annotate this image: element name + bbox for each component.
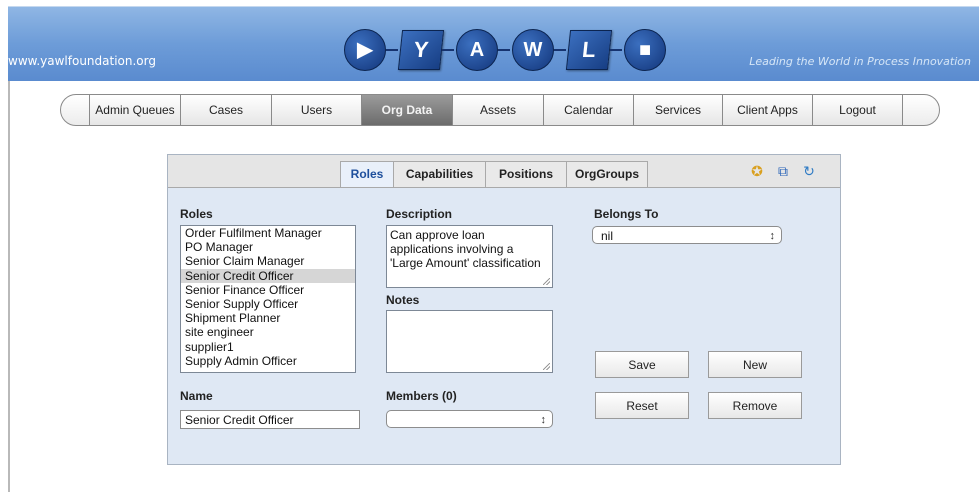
updown-arrow-icon: ↕ — [540, 414, 547, 426]
updown-arrow-icon: ↕ — [769, 230, 776, 242]
tab-positions[interactable]: Positions — [485, 161, 567, 187]
reset-button[interactable]: Reset — [595, 392, 689, 419]
nav-users[interactable]: Users — [271, 95, 361, 125]
description-label: Description — [386, 207, 453, 221]
name-input[interactable]: Senior Credit Officer — [180, 410, 360, 429]
belongs-to-value: nil — [601, 229, 614, 243]
tab-orggroups[interactable]: OrgGroups — [566, 161, 648, 187]
list-item[interactable]: Senior Finance Officer — [181, 283, 355, 297]
belongs-to-label: Belongs To — [594, 207, 659, 221]
belongs-to-select[interactable]: nil ↕ — [592, 226, 782, 244]
main-nav: Admin Queues Cases Users Org Data Assets… — [60, 94, 940, 126]
tab-capabilities[interactable]: Capabilities — [393, 161, 486, 187]
header-banner: www.yawlfoundation.org ▶ Y A W L ■ Leadi… — [8, 6, 979, 81]
remove-button[interactable]: Remove — [708, 392, 802, 419]
copy-icon[interactable]: ⧉ — [774, 163, 792, 179]
nav-cases[interactable]: Cases — [180, 95, 271, 125]
notes-label: Notes — [386, 293, 420, 307]
org-data-panel: Roles Capabilities Positions OrgGroups ✪… — [167, 154, 841, 465]
list-item[interactable]: Senior Supply Officer — [181, 297, 355, 311]
description-textarea[interactable]: Can approve loan applications involving … — [386, 225, 553, 288]
resize-grip[interactable] — [543, 363, 550, 370]
notes-textarea[interactable] — [386, 310, 553, 373]
roles-label: Roles — [180, 207, 213, 221]
list-item-selected[interactable]: Senior Credit Officer — [181, 268, 355, 283]
members-select[interactable]: ↕ — [386, 410, 553, 428]
tagline: Leading the World in Process Innovation — [749, 55, 971, 68]
logo-connector — [386, 49, 398, 51]
list-item[interactable]: PO Manager — [181, 240, 355, 254]
members-label: Members (0) — [386, 389, 457, 403]
resize-grip[interactable] — [543, 278, 550, 285]
new-button[interactable]: New — [708, 351, 802, 378]
nav-logout[interactable]: Logout — [812, 95, 902, 125]
list-item[interactable]: Shipment Planner — [181, 311, 355, 325]
panel-tab-bar: Roles Capabilities Positions OrgGroups ✪… — [168, 155, 840, 188]
list-item[interactable]: Senior Claim Manager — [181, 254, 355, 268]
nav-org-data[interactable]: Org Data — [361, 95, 452, 125]
nav-calendar[interactable]: Calendar — [543, 95, 633, 125]
logo-connector — [442, 49, 454, 51]
nav-client-apps[interactable]: Client Apps — [722, 95, 812, 125]
save-button[interactable]: Save — [595, 351, 689, 378]
logo-letter: L — [565, 30, 613, 70]
yawl-logo: ▶ Y A W L ■ — [344, 22, 674, 74]
roles-listbox[interactable]: Order Fulfilment Manager PO Manager Seni… — [180, 225, 356, 373]
list-item[interactable]: supplier1 — [181, 340, 355, 354]
list-item[interactable]: Order Fulfilment Manager — [181, 226, 355, 240]
nav-services[interactable]: Services — [633, 95, 722, 125]
tab-roles[interactable]: Roles — [340, 161, 394, 187]
play-icon: ▶ — [344, 29, 386, 71]
logo-letter: W — [512, 29, 554, 71]
name-label: Name — [180, 389, 213, 403]
logo-connector — [554, 49, 566, 51]
nav-divider — [902, 95, 903, 125]
list-item[interactable]: site engineer — [181, 325, 355, 339]
stop-icon: ■ — [624, 29, 666, 71]
logo-letter: A — [456, 29, 498, 71]
description-text: Can approve loan applications involving … — [390, 228, 541, 270]
logo-letter: Y — [397, 30, 445, 70]
refresh-icon[interactable]: ↻ — [800, 163, 818, 179]
site-url-link[interactable]: www.yawlfoundation.org — [8, 54, 156, 68]
list-item[interactable]: Supply Admin Officer — [181, 354, 355, 368]
import-icon[interactable]: ✪ — [748, 163, 766, 179]
nav-assets[interactable]: Assets — [452, 95, 543, 125]
nav-admin-queues[interactable]: Admin Queues — [89, 95, 180, 125]
logo-connector — [610, 49, 622, 51]
logo-connector — [498, 49, 510, 51]
